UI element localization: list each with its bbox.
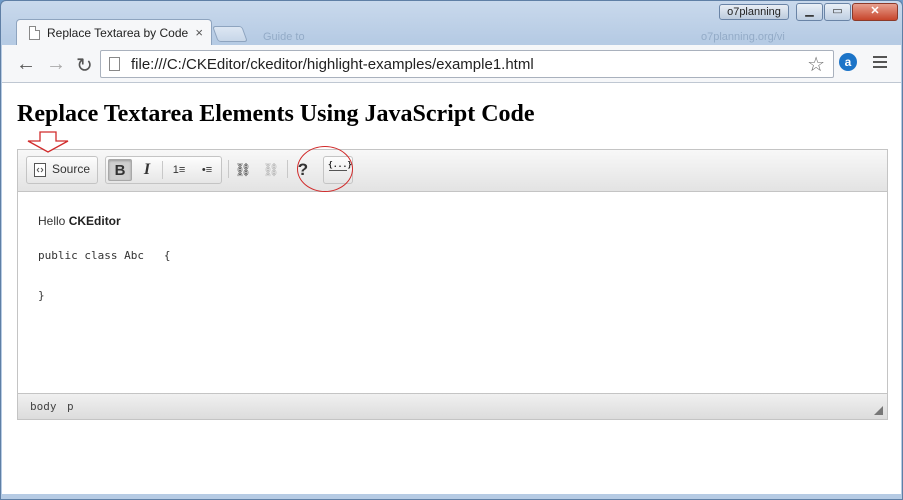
url-text[interactable]: file:///C:/CKEditor/ckeditor/highlight-e…	[131, 56, 534, 73]
code-line-closing: }	[38, 289, 45, 302]
italic-button[interactable]: I	[135, 159, 159, 181]
bulleted-list-button[interactable]: •≡	[195, 159, 219, 181]
annotation-circle	[297, 146, 353, 192]
tab-title: Replace Textarea by Code	[47, 26, 189, 40]
page-content: Replace Textarea Elements Using JavaScri…	[2, 83, 901, 494]
back-arrow-icon[interactable]: ←	[16, 53, 36, 76]
source-label: Source	[52, 162, 91, 176]
forward-arrow-icon[interactable]: →	[46, 53, 66, 76]
unlink-button[interactable]: ⛓	[259, 159, 283, 181]
title-bar: Replace Textarea by Code × Guide to o7pl…	[1, 1, 902, 46]
maximize-button[interactable]: ▭	[824, 3, 851, 21]
background-ghost-text: Guide to	[263, 31, 305, 43]
close-tab-icon[interactable]: ×	[195, 25, 203, 40]
page-title: Replace Textarea Elements Using JavaScri…	[17, 101, 535, 127]
annotation-down-arrow-icon	[27, 131, 69, 153]
numbered-list-button[interactable]: 1≡	[167, 159, 191, 181]
editor-status-bar: body p	[18, 393, 887, 419]
toolbar-separator	[287, 160, 288, 178]
editor-content-area[interactable]: Hello CKEditor public class Abc { }	[18, 192, 887, 392]
editor-toolbar: Source B I 1≡ •≡ ⛓ ⛓ ? {...}	[18, 150, 887, 192]
elementspath-p[interactable]: p	[67, 400, 74, 413]
new-tab-button[interactable]	[212, 26, 248, 42]
ckeditor: Source B I 1≡ •≡ ⛓ ⛓ ? {...} Hello CKEdi…	[17, 149, 888, 420]
reload-icon[interactable]: ↻	[76, 53, 93, 78]
browser-toolbar: ← → ↻ file:///C:/CKEditor/ckeditor/highl…	[2, 45, 901, 83]
background-ghost-text-right: o7planning.org/vi	[701, 31, 785, 43]
address-bar[interactable]: file:///C:/CKEditor/ckeditor/highlight-e…	[100, 50, 834, 78]
code-line: public class Abc {	[38, 249, 171, 262]
elementspath-body[interactable]: body	[30, 400, 57, 413]
hello-bold-text: CKEditor	[68, 214, 121, 228]
bold-button[interactable]: B	[108, 159, 132, 181]
content-paragraph: Hello CKEditor	[38, 214, 121, 228]
file-icon	[109, 57, 120, 71]
page-icon	[29, 26, 40, 40]
bookmark-star-icon[interactable]: ☆	[807, 52, 825, 77]
extension-icon[interactable]: a	[839, 53, 857, 71]
resize-handle-icon[interactable]	[874, 406, 883, 415]
minimize-button[interactable]: ▁	[796, 3, 823, 21]
close-window-button[interactable]: ✕	[852, 3, 898, 21]
toolbar-separator	[162, 161, 163, 179]
hello-text: Hello	[38, 214, 69, 228]
source-button[interactable]: Source	[26, 156, 98, 184]
link-button[interactable]: ⛓	[231, 159, 255, 181]
user-profile-badge[interactable]: o7planning	[719, 4, 789, 20]
browser-window: Replace Textarea by Code × Guide to o7pl…	[0, 0, 903, 500]
menu-icon[interactable]	[873, 56, 887, 71]
browser-tab[interactable]: Replace Textarea by Code ×	[16, 19, 212, 46]
toolbar-separator	[228, 160, 229, 178]
basic-styles-group: B I 1≡ •≡	[105, 156, 222, 184]
source-icon	[34, 163, 46, 177]
